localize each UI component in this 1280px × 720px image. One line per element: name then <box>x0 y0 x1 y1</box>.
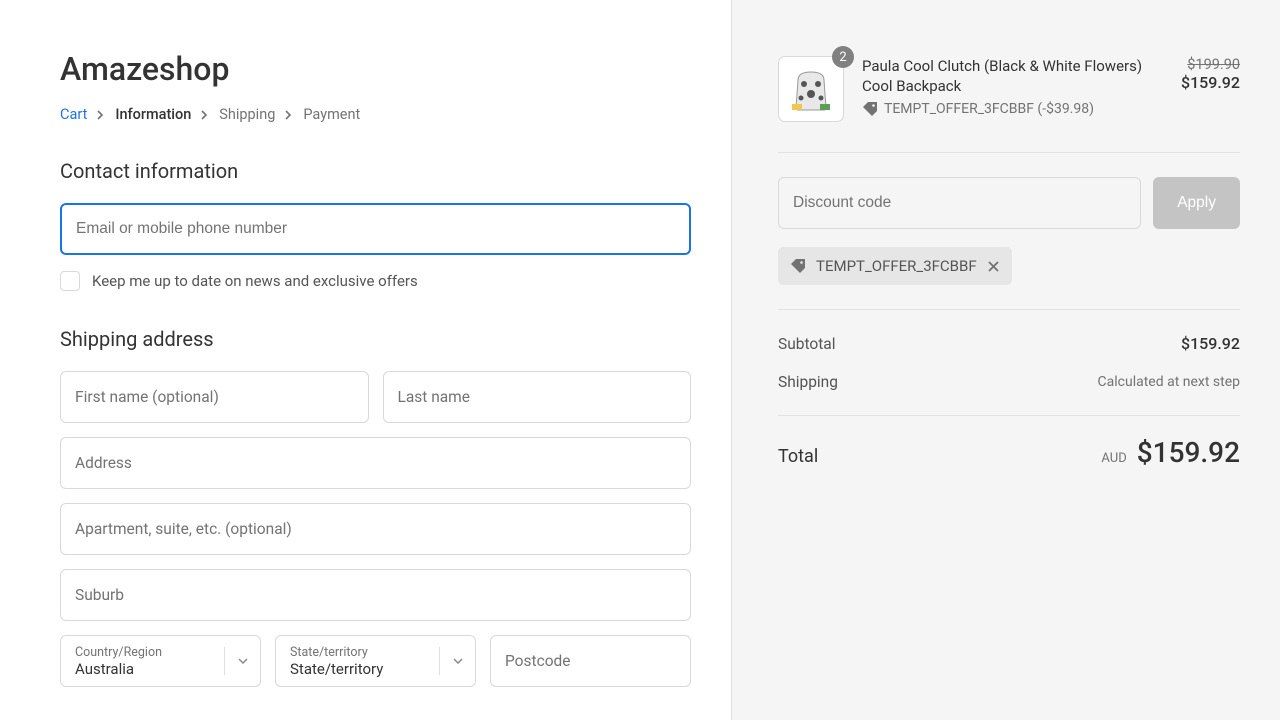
qty-badge: 2 <box>832 46 854 68</box>
product-title: Paula Cool Clutch (Black & White Flowers… <box>862 56 1163 97</box>
tag-icon <box>862 101 878 117</box>
caret-down-icon <box>439 647 475 675</box>
state-value: State/territory <box>290 660 461 678</box>
crumb-payment: Payment <box>303 106 360 123</box>
apartment-field[interactable]: Apartment, suite, etc. (optional) <box>60 503 691 555</box>
product-discount: TEMPT_OFFER_3FCBBF (-$39.98) <box>862 101 1163 117</box>
total-amount: $159.92 <box>1137 436 1240 469</box>
shipping-value: Calculated at next step <box>1098 374 1240 390</box>
country-select[interactable]: Country/Region Australia <box>60 635 261 687</box>
subtotal-label: Subtotal <box>778 335 835 353</box>
suburb-field[interactable]: Suburb <box>60 569 691 621</box>
email-input[interactable] <box>76 220 675 238</box>
first-name-field[interactable]: First name (optional) <box>60 371 369 423</box>
country-label: Country/Region <box>75 645 246 660</box>
chevron-right-icon <box>201 110 209 120</box>
product-thumbnail <box>778 56 844 122</box>
old-price: $199.90 <box>1181 56 1240 73</box>
postcode-field[interactable]: Postcode <box>490 635 691 687</box>
crumb-information: Information <box>115 106 191 123</box>
contact-title: Contact information <box>60 159 691 183</box>
applied-discount-tag: TEMPT_OFFER_3FCBBF <box>778 247 1012 285</box>
total-label: Total <box>778 446 818 467</box>
breadcrumb: Cart Information Shipping Payment <box>60 106 691 123</box>
state-select[interactable]: State/territory State/territory <box>275 635 476 687</box>
cart-item: 2 Paula Cool Clutch (Black & White Flowe… <box>778 56 1240 122</box>
chevron-right-icon <box>285 110 293 120</box>
caret-down-icon <box>224 647 260 675</box>
newsletter-label: Keep me up to date on news and exclusive… <box>92 272 418 290</box>
chevron-right-icon <box>97 110 105 120</box>
state-label: State/territory <box>290 645 461 660</box>
newsletter-checkbox[interactable] <box>60 271 80 291</box>
shipping-title: Shipping address <box>60 327 691 351</box>
apply-button[interactable]: Apply <box>1153 177 1240 229</box>
country-value: Australia <box>75 660 246 678</box>
email-field-wrap[interactable] <box>60 203 691 255</box>
discount-input-wrap[interactable] <box>778 177 1141 229</box>
address-field[interactable]: Address <box>60 437 691 489</box>
currency: AUD <box>1101 451 1126 466</box>
subtotal-value: $159.92 <box>1181 334 1240 353</box>
crumb-shipping: Shipping <box>219 106 275 123</box>
new-price: $159.92 <box>1181 73 1240 92</box>
crumb-cart[interactable]: Cart <box>60 106 87 123</box>
discount-input[interactable] <box>793 194 1126 212</box>
remove-discount-icon[interactable] <box>987 260 1000 273</box>
brand-logo: Amazeshop <box>60 50 691 88</box>
applied-code: TEMPT_OFFER_3FCBBF <box>816 257 977 275</box>
tag-icon <box>790 258 806 274</box>
shipping-label: Shipping <box>778 373 838 391</box>
last-name-field[interactable]: Last name <box>383 371 692 423</box>
